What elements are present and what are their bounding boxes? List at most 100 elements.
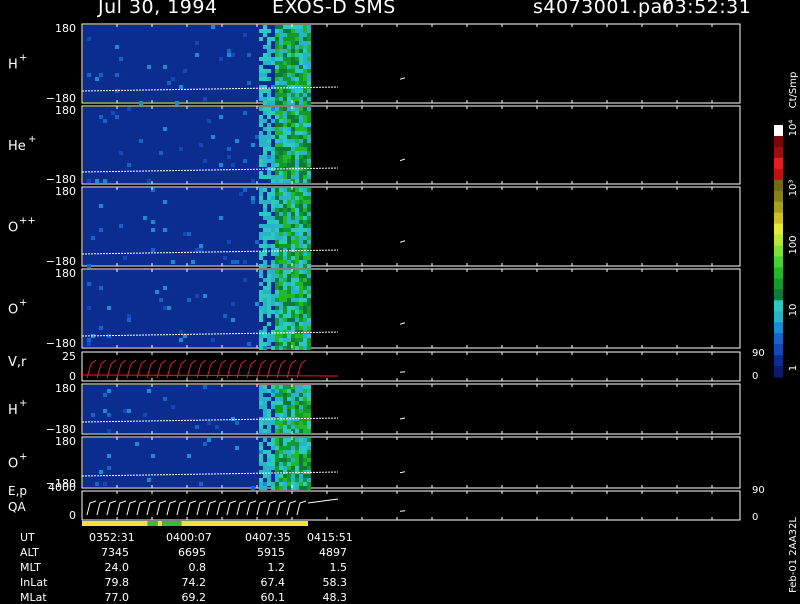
heatmap-cell [275,111,279,115]
heatmap-cell [299,401,303,405]
heatmap-cell [303,389,307,393]
heatmap-cell [295,53,299,57]
heatmap-cell [303,232,307,236]
heatmap-cell [287,462,291,466]
energy-trace [86,500,97,516]
heatmap-cell [283,458,287,462]
heatmap-cell [271,37,275,41]
heatmap-cell [263,409,267,413]
heatmap-cell [263,151,267,155]
heatmap-cell [303,49,307,53]
heatmap-cell [275,236,279,240]
heatmap-cell [167,81,171,85]
y-tick-label: 180 [55,22,76,35]
heatmap-cell [295,470,299,474]
heatmap-cell [299,97,303,101]
heatmap-cell [295,260,299,264]
heatmap-cell [291,57,295,61]
heatmap-cell [95,179,99,183]
energy-trace [226,500,237,516]
heatmap-cell [287,438,291,442]
heatmap-cell [279,429,283,433]
heatmap-cell [291,322,295,326]
heatmap-cell [287,342,291,346]
heatmap-cell [275,294,279,298]
heatmap-cell [271,196,275,200]
heatmap-cell [307,454,311,458]
heatmap-cell [267,421,271,425]
heatmap-cell [271,107,275,111]
heatmap-cell [287,73,291,77]
heatmap-cell [295,454,299,458]
heatmap-cell [215,425,219,429]
heatmap-cell [271,188,275,192]
heatmap-cell [275,37,279,41]
heatmap-cell [275,385,279,389]
heatmap-cell [115,89,119,93]
heatmap-cell [279,264,283,268]
heatmap-cell [275,45,279,49]
heatmap-cell [287,61,291,65]
heatmap-cell [287,208,291,212]
heatmap-cell [259,482,263,486]
heatmap-cell [283,228,287,232]
heatmap-cell [291,232,295,236]
heatmap-cell [267,478,271,482]
heatmap-cell [287,25,291,29]
heatmap-cell [223,314,227,318]
heatmap-cell [279,85,283,89]
heatmap-cell [259,454,263,458]
heatmap-cell [303,53,307,57]
heatmap-cell [267,450,271,454]
heatmap-cell [295,274,299,278]
heatmap-cell [287,470,291,474]
heatmap-cell [295,220,299,224]
heatmap-cell [287,252,291,256]
qa-bar-segment [157,521,163,526]
heatmap-cell [303,421,307,425]
heatmap-cell [295,143,299,147]
heatmap-cell [259,314,263,318]
heatmap-cell [267,61,271,65]
heatmap-cell [271,264,275,268]
heatmap-cell [307,486,311,490]
heatmap-cell [259,139,263,143]
heatmap-cell [263,264,267,268]
heatmap-cell [271,49,275,53]
heatmap-cell [295,101,299,105]
heatmap-cell [235,139,239,143]
heatmap-cell [283,393,287,397]
heatmap-cell [271,175,275,179]
heatmap-cell [283,45,287,49]
heatmap-cell [295,310,299,314]
heatmap-cell [307,37,311,41]
heatmap-cell [271,438,275,442]
heatmap-cell [243,159,247,163]
heatmap-cell [291,151,295,155]
heatmap-cell [275,175,279,179]
heatmap-cell [299,57,303,61]
energy-trace [126,500,137,516]
heatmap-cell [283,232,287,236]
heatmap-cell [303,302,307,306]
heatmap-cell [267,322,271,326]
ephemeris-value: 0407:35 [245,531,291,544]
heatmap-cell [283,290,287,294]
heatmap-cell [307,155,311,159]
heatmap-cell [275,450,279,454]
heatmap-cell [279,458,283,462]
heatmap-cell [307,306,311,310]
heatmap-cell [303,188,307,192]
heatmap-cell [291,89,295,93]
ephemeris-value: 77.0 [104,591,130,604]
heatmap-cell [275,81,279,85]
heatmap-cell [287,115,291,119]
heatmap-cell [299,326,303,330]
heatmap-cell [287,413,291,417]
heatmap-cell [299,389,303,393]
heatmap-cell [295,212,299,216]
heatmap-cell [307,93,311,97]
heatmap-cell [299,93,303,97]
heatmap-cell [303,179,307,183]
heatmap-cell [263,216,267,220]
